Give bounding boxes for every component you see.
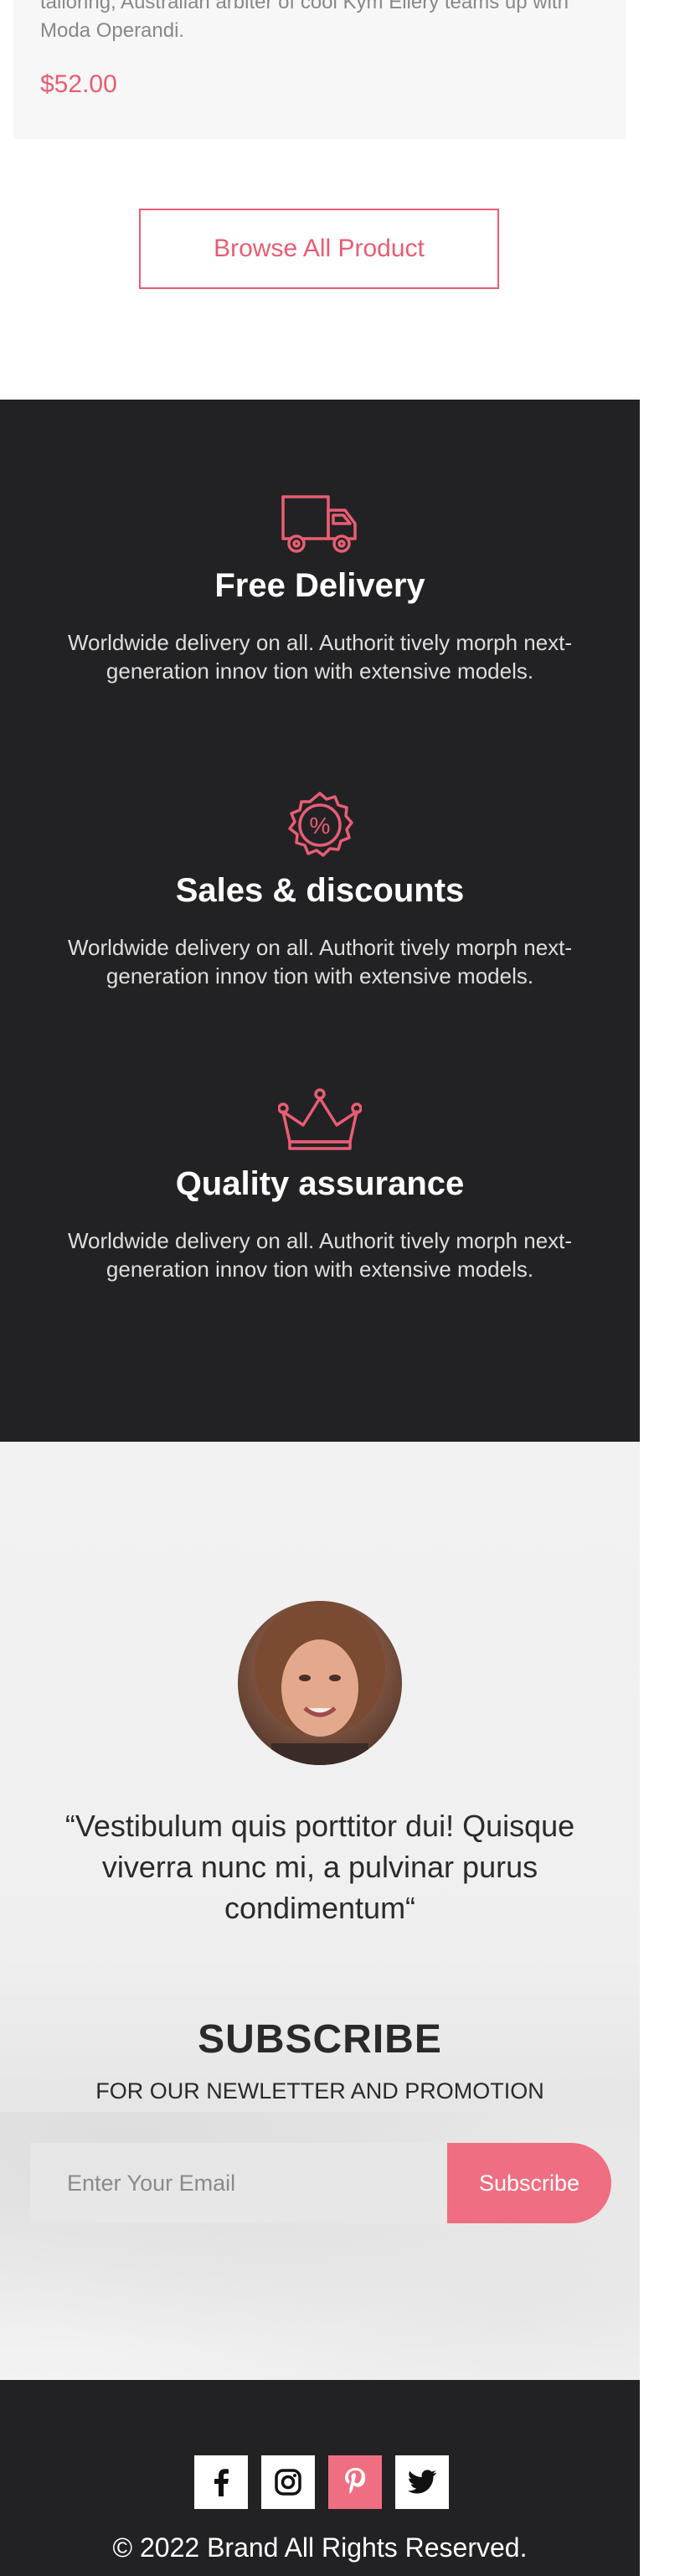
avatar	[238, 1601, 402, 1765]
truck-icon	[281, 495, 357, 553]
pinterest-icon[interactable]	[328, 2455, 382, 2509]
facebook-icon[interactable]	[194, 2455, 248, 2509]
testimonial-quote: “Vestibulum quis porttitor dui! Quisque …	[64, 1809, 575, 1925]
twitter-icon[interactable]	[395, 2455, 449, 2509]
feature-quality-assurance: Quality assurance Worldwide delivery on …	[0, 1087, 640, 1283]
feature-title: Free Delivery	[214, 567, 425, 604]
footer: © 2022 Brand All Rights Reserved.	[0, 2380, 640, 2576]
product-description: tailoring, Australian arbiter of cool Ky…	[40, 0, 569, 42]
social-links	[194, 2455, 449, 2509]
feature-text: Worldwide delivery on all. Authorit tive…	[67, 935, 573, 989]
svg-text:%: %	[310, 813, 331, 839]
feature-sales-discounts: % Sales & discounts Worldwide delivery o…	[0, 790, 640, 990]
feature-title: Quality assurance	[175, 1165, 465, 1202]
browse-all-products-button[interactable]: Browse All Product	[139, 209, 499, 289]
subscribe-title: SUBSCRIBE	[198, 2017, 442, 2062]
copyright-text: © 2022 Brand All Rights Reserved.	[112, 2532, 528, 2563]
product-card: tailoring, Australian arbiter of cool Ky…	[13, 0, 626, 139]
instagram-icon[interactable]	[261, 2455, 315, 2509]
subscribe-caption: FOR OUR NEWLETTER AND PROMOTION	[95, 2078, 544, 2104]
feature-title: Sales & discounts	[175, 872, 465, 909]
feature-free-delivery: Free Delivery Worldwide delivery on all.…	[0, 492, 640, 685]
feature-text: Worldwide delivery on all. Authorit tive…	[67, 630, 573, 684]
feature-text: Worldwide delivery on all. Authorit tive…	[67, 1228, 573, 1282]
testimonial-portrait	[238, 1601, 402, 1765]
page-gutter	[640, 0, 685, 2576]
features-section: Free Delivery Worldwide delivery on all.…	[0, 400, 640, 1442]
percent-badge-icon: %	[288, 792, 353, 857]
product-price: $52.00	[40, 70, 117, 98]
subscribe-button[interactable]: Subscribe	[447, 2143, 611, 2223]
testimonial-subscribe-section: “Vestibulum quis porttitor dui! Quisque …	[0, 1442, 640, 2380]
crown-icon	[278, 1088, 362, 1150]
email-input[interactable]	[30, 2143, 449, 2223]
